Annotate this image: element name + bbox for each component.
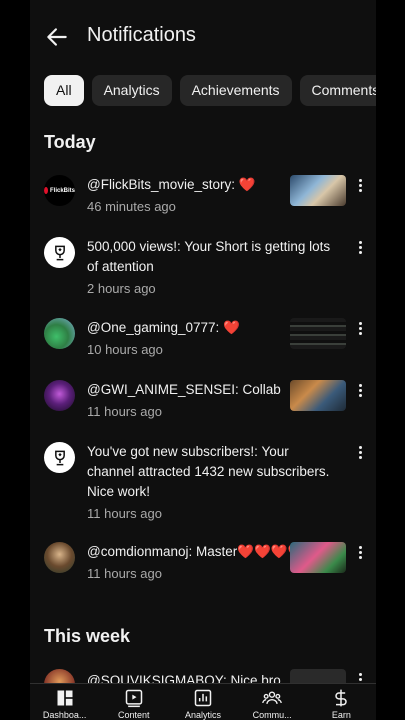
notification-text: You've got new subscribers!: Your channe… [87, 442, 332, 524]
nav-content[interactable]: Content [100, 684, 168, 720]
video-thumbnail[interactable] [290, 175, 346, 206]
more-options-icon[interactable] [352, 382, 368, 402]
chip-comments[interactable]: Comments [299, 75, 376, 106]
notification-message: Master [192, 544, 238, 559]
avatar [44, 318, 75, 349]
content-icon [125, 689, 143, 708]
video-thumbnail[interactable] [290, 318, 346, 349]
nav-dashboard[interactable]: Dashboa... [31, 684, 99, 720]
notification-message: Collab [238, 382, 281, 397]
filter-chips: All Analytics Achievements Comments [44, 75, 376, 106]
community-icon [262, 691, 282, 704]
chip-analytics[interactable]: Analytics [91, 75, 172, 106]
logo-dot-icon [44, 187, 48, 194]
notification-title: @comdionmanoj: [87, 544, 193, 559]
notification-title: @GWI_ANIME_SENSEI: [87, 382, 239, 397]
heart-emoji: ❤️ [223, 320, 240, 335]
nav-label: Commu... [252, 710, 292, 720]
trophy-icon [54, 450, 65, 465]
more-options-icon[interactable] [352, 239, 368, 259]
nav-label: Content [118, 710, 150, 720]
avatar-logo-text: FlickBits [49, 187, 75, 194]
video-thumbnail[interactable] [290, 542, 346, 573]
page-title: Notifications [87, 24, 196, 46]
bottom-navigation: Dashboa... Content Analytics Commu... Ea… [30, 683, 376, 720]
nav-analytics[interactable]: Analytics [169, 684, 237, 720]
nav-label: Analytics [184, 710, 221, 720]
notification-title: @One_gaming_0777: [87, 320, 220, 335]
more-options-icon[interactable] [352, 444, 368, 464]
nav-label: Dashboa... [42, 710, 87, 720]
nav-label: Earn [331, 710, 351, 720]
avatar [44, 542, 75, 573]
avatar [44, 380, 75, 411]
notification-title: You've got new subscribers!: [87, 444, 258, 459]
avatar: FlickBits [44, 175, 75, 206]
notification-time: 11 hours ago [87, 506, 162, 521]
dashboard-icon [57, 690, 73, 706]
section-heading-today: Today [44, 132, 96, 152]
trophy-icon [54, 245, 65, 260]
chip-all[interactable]: All [44, 75, 84, 106]
nav-earn[interactable]: Earn [307, 684, 375, 720]
notification-title: 500,000 views!: [87, 239, 181, 254]
notification-title: @FlickBits_movie_story: [87, 177, 235, 192]
section-heading-this-week: This week [44, 626, 131, 646]
chip-achievements[interactable]: Achievements [179, 75, 292, 106]
nav-community[interactable]: Commu... [238, 684, 306, 720]
avatar [44, 237, 75, 268]
notification-time: 2 hours ago [87, 281, 156, 296]
header: Notifications [30, 20, 376, 56]
back-arrow-icon[interactable] [44, 24, 70, 50]
avatar [44, 442, 75, 473]
notifications-screen: Notifications All Analytics Achievements… [30, 0, 376, 720]
notification-text: 500,000 views!: Your Short is getting lo… [87, 237, 332, 299]
more-options-icon[interactable] [352, 177, 368, 197]
more-options-icon[interactable] [352, 320, 368, 340]
analytics-icon [194, 689, 212, 707]
video-thumbnail[interactable] [290, 380, 346, 411]
dollar-icon [335, 689, 348, 707]
heart-emoji: ❤️ [238, 177, 256, 192]
more-options-icon[interactable] [352, 544, 368, 564]
